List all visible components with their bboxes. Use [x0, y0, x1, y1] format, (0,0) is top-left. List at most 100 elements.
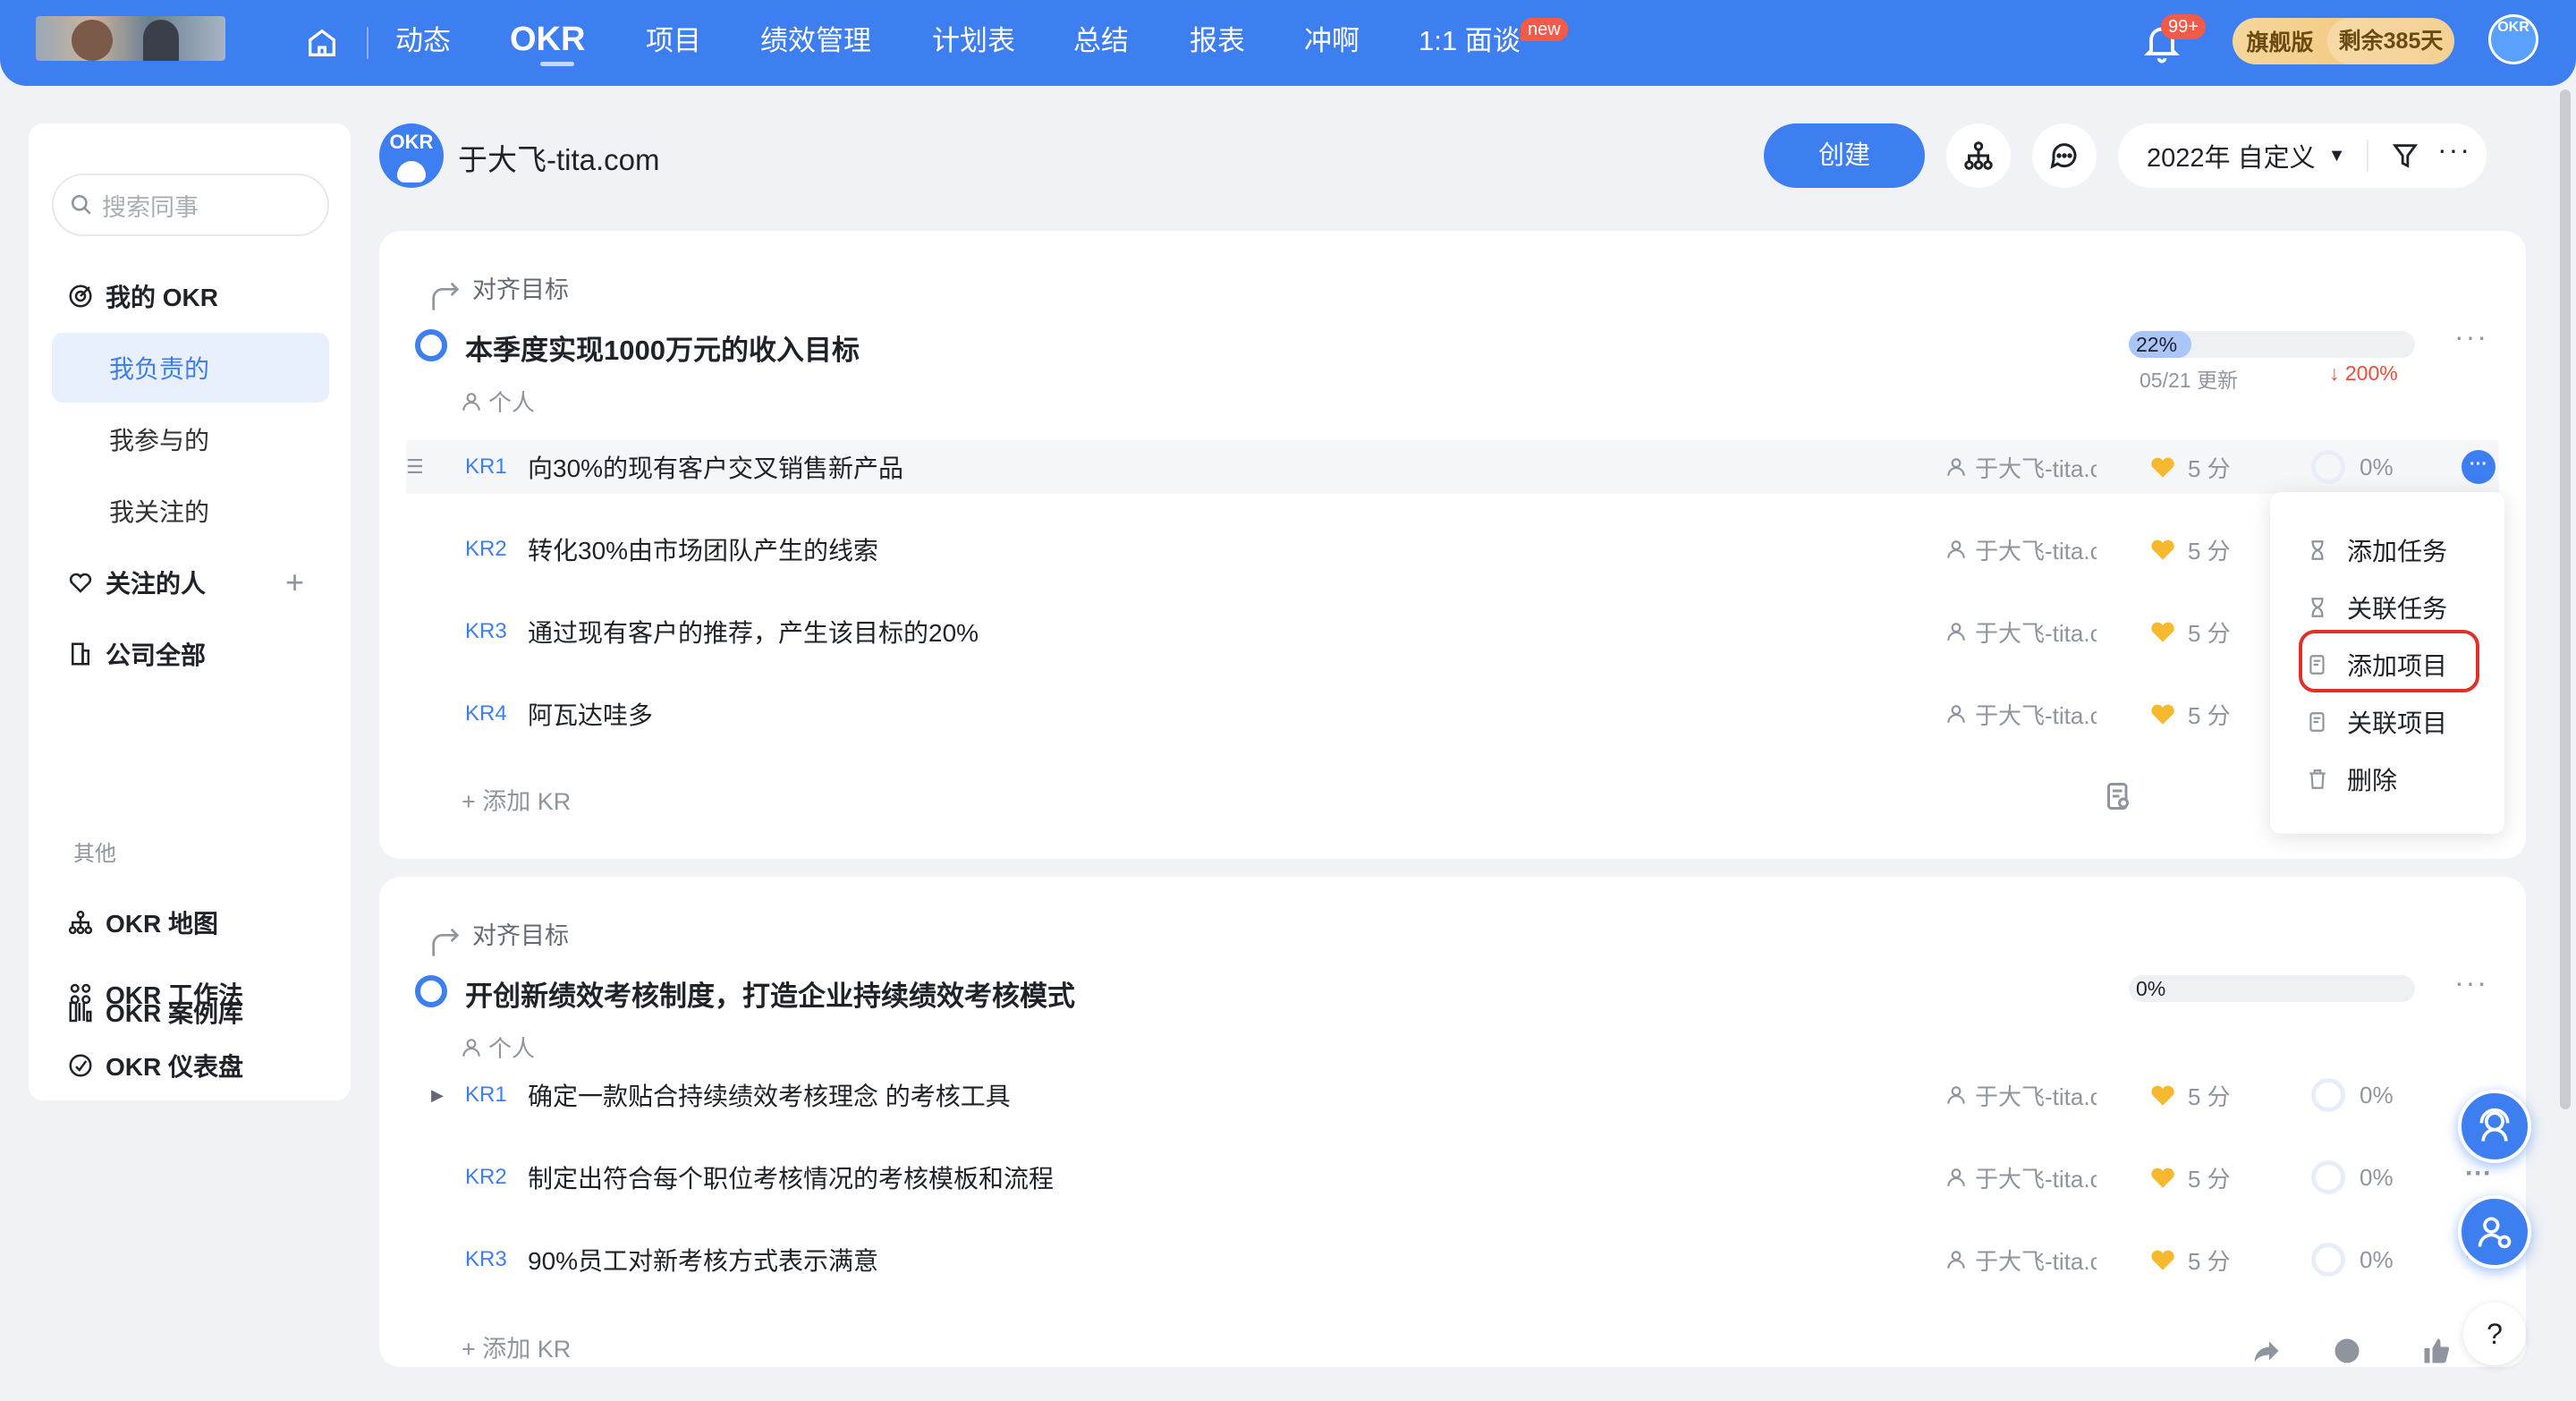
sidebar-company-all[interactable]: 公司全部	[66, 619, 343, 689]
heart-icon	[2151, 1085, 2174, 1106]
menu-link-project[interactable]: 关联项目	[2306, 700, 2447, 744]
nav-item-one-on-one[interactable]: 1:1 面谈	[1419, 21, 1521, 61]
nav-item-performance[interactable]: 绩效管理	[760, 21, 871, 61]
sidebar-item-responsible[interactable]: 我负责的	[52, 333, 329, 403]
kr-owner[interactable]: 于大飞-tita.com	[1945, 1244, 2097, 1277]
float-user-settings-button[interactable]	[2458, 1195, 2531, 1269]
kr-title[interactable]: 阿瓦达哇多	[528, 696, 653, 732]
kr-owner[interactable]: 于大飞-tita.com	[1945, 1079, 2097, 1112]
kr-owner[interactable]: 于大飞-tita.com	[1945, 1161, 2097, 1194]
add-followed-icon[interactable]: +	[285, 564, 304, 601]
objective-title[interactable]: 本季度实现1000万元的收入目标	[465, 327, 860, 368]
kr-row[interactable]: KR2 制定出符合每个职位考核情况的考核模板和流程 于大飞-tita.com 5…	[406, 1151, 2499, 1204]
kr-score[interactable]: 5 分	[2150, 616, 2231, 649]
project-doc-icon[interactable]	[2102, 780, 2134, 812]
kr-owner[interactable]: 于大飞-tita.com	[1945, 533, 2097, 566]
nav-item-chonga[interactable]: 冲啊	[1304, 21, 1360, 61]
kr-owner-name: 于大飞-tita.com	[1975, 701, 2097, 729]
like-icon[interactable]	[2420, 1335, 2453, 1367]
objective-card-2: 对齐目标 开创新绩效考核制度，打造企业持续绩效考核模式 个人 0% ··· ▶ …	[379, 877, 2526, 1367]
kr-score[interactable]: 5 分	[2150, 1161, 2231, 1194]
sidebar-okr-map[interactable]: OKR 地图	[66, 887, 343, 957]
edition-badge[interactable]: 旗舰版 剩余385天	[2233, 18, 2454, 64]
align-target-label[interactable]: 对齐目标	[472, 270, 569, 305]
kr-row[interactable]: ▶ KR1 确定一款贴合持续绩效考核理念 的考核工具 于大飞-tita.com …	[406, 1068, 2499, 1122]
company-logo-banner[interactable]	[36, 16, 225, 61]
kr-row[interactable]: ☰ KR1 向30%的现有客户交叉销售新产品 于大飞-tita.com 5 分 …	[406, 440, 2499, 494]
menu-link-task[interactable]: 关联任务	[2306, 585, 2447, 630]
kr-title[interactable]: 制定出符合每个职位考核情况的考核模板和流程	[528, 1159, 1054, 1195]
nav-item-summary[interactable]: 总结	[1073, 21, 1129, 61]
kr-progress[interactable]: 0%	[2311, 1243, 2394, 1277]
kr-more-button[interactable]: ···	[2462, 1160, 2496, 1194]
objective-updated: 05/21 更新	[2140, 369, 2238, 392]
hierarchy-icon	[66, 908, 95, 937]
nav-item-project[interactable]: 项目	[646, 21, 701, 61]
kr-progress[interactable]: 0%	[2311, 1160, 2394, 1194]
objective-trend: ↓ 200%	[2329, 361, 2398, 385]
nav-item-feed[interactable]: 动态	[395, 21, 451, 61]
menu-delete[interactable]: 删除	[2306, 757, 2397, 802]
float-contact-button[interactable]	[2458, 1090, 2531, 1163]
kr-owner[interactable]: 于大飞-tita.com	[1945, 616, 2097, 649]
kr-title[interactable]: 转化30%由市场团队产生的线索	[528, 531, 878, 567]
search-placeholder: 搜索同事	[102, 193, 199, 221]
kr-row[interactable]: KR4 阿瓦达哇多 于大飞-tita.com 5 分	[406, 687, 2499, 741]
kr-title[interactable]: 90%员工对新考核方式表示满意	[528, 1242, 878, 1278]
expand-caret-icon[interactable]: ▶	[431, 1086, 444, 1105]
menu-add-task[interactable]: 添加任务	[2306, 528, 2447, 573]
kr-score[interactable]: 5 分	[2150, 1079, 2231, 1112]
sidebar-followed-people[interactable]: 关注的人 +	[66, 548, 329, 617]
user-avatar[interactable]: OKR	[2488, 14, 2538, 64]
kr-title[interactable]: 通过现有客户的推荐，产生该目标的20%	[528, 614, 979, 650]
comment-button[interactable]	[2032, 123, 2097, 188]
objective-more-button[interactable]: ···	[2454, 320, 2488, 353]
kr-title[interactable]: 确定一款贴合持续绩效考核理念 的考核工具	[528, 1077, 1011, 1113]
kr-score[interactable]: 5 分	[2150, 451, 2231, 484]
sidebar-my-okr[interactable]: 我的 OKR	[66, 261, 343, 331]
sidebar-item-participating[interactable]: 我参与的	[52, 404, 329, 474]
comment-icon[interactable]	[2331, 1335, 2363, 1367]
filter-icon[interactable]	[2390, 140, 2420, 171]
kr-score-value: 5 分	[2188, 454, 2231, 482]
page-scrollbar[interactable]	[2560, 89, 2571, 1109]
kr-score[interactable]: 5 分	[2150, 533, 2231, 566]
objective-type: 个人	[460, 1031, 535, 1064]
nav-item-plan[interactable]: 计划表	[932, 21, 1015, 61]
objective-more-button[interactable]: ···	[2454, 966, 2488, 999]
add-kr-button[interactable]: + 添加 KR	[462, 782, 571, 817]
kr-score[interactable]: 5 分	[2150, 698, 2231, 731]
objective-status-icon	[415, 975, 447, 1007]
kr-progress[interactable]: 0%	[2311, 1078, 2394, 1112]
search-colleague-input[interactable]: 搜索同事	[52, 174, 329, 236]
kr-row[interactable]: KR2 转化30%由市场团队产生的线索 于大飞-tita.com 5 分	[406, 522, 2499, 576]
kr-more-button[interactable]: ···	[2462, 450, 2496, 484]
help-button[interactable]: ?	[2463, 1303, 2526, 1365]
kr-title[interactable]: 向30%的现有客户交叉销售新产品	[528, 449, 903, 485]
kr-score[interactable]: 5 分	[2150, 1244, 2231, 1277]
kr-row[interactable]: KR3 90%员工对新考核方式表示满意 于大飞-tita.com 5 分 0% …	[406, 1233, 2499, 1286]
more-options-button[interactable]: ···	[2422, 123, 2487, 188]
kr-owner[interactable]: 于大飞-tita.com	[1945, 698, 2097, 731]
nav-item-report[interactable]: 报表	[1190, 21, 1245, 61]
home-icon[interactable]	[304, 25, 340, 61]
objective-title[interactable]: 开创新绩效考核制度，打造企业持续绩效考核模式	[465, 973, 1075, 1014]
align-target-label[interactable]: 对齐目标	[472, 916, 569, 951]
share-icon[interactable]	[2250, 1335, 2283, 1367]
drag-handle-icon[interactable]: ☰	[406, 455, 424, 479]
org-chart-button[interactable]	[1946, 123, 2011, 188]
hourglass-icon	[2311, 598, 2324, 617]
nav-item-okr[interactable]: OKR	[510, 18, 585, 66]
kr-row[interactable]: KR3 通过现有客户的推荐，产生该目标的20% 于大飞-tita.com 5 分	[406, 605, 2499, 658]
kr-progress[interactable]: 0%	[2311, 450, 2394, 484]
period-label: 2022年 自定义	[2147, 144, 2316, 173]
sidebar-okr-cases[interactable]: OKR 案例库	[66, 977, 329, 1047]
more-dots-icon: ···	[2437, 132, 2471, 166]
menu-add-project[interactable]: 添加项目	[2306, 642, 2447, 687]
kr-owner[interactable]: 于大飞-tita.com	[1945, 451, 2097, 484]
project-doc-icon	[2309, 712, 2325, 732]
sidebar-item-following[interactable]: 我关注的	[52, 476, 329, 546]
create-button[interactable]: 创建	[1764, 123, 1925, 188]
add-kr-button[interactable]: + 添加 KR	[462, 1329, 571, 1364]
person-icon	[1947, 1251, 1965, 1269]
